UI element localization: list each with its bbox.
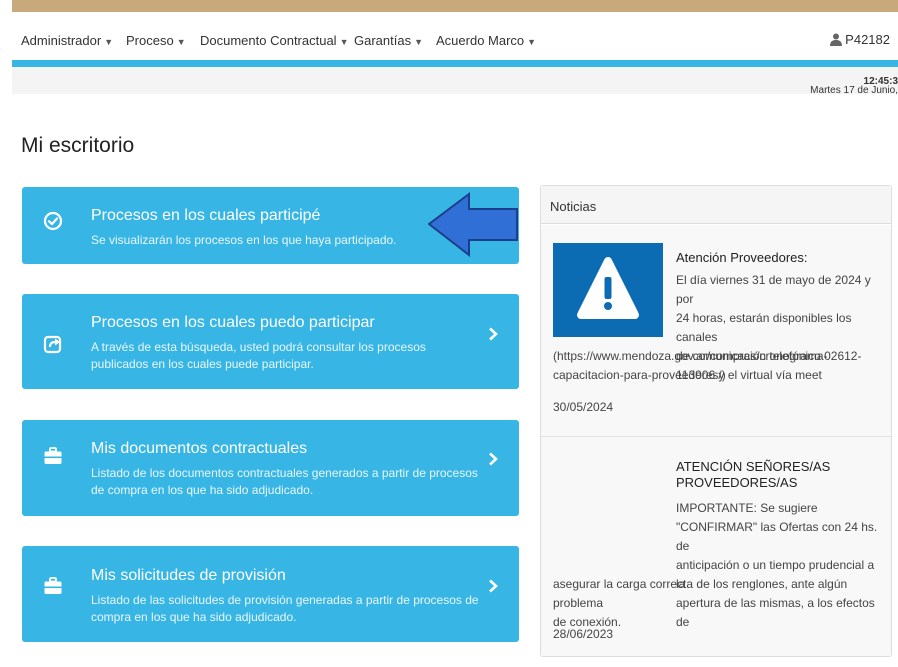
page-title: Mi escritorio [21, 134, 135, 157]
caret-down-icon: ▼ [176, 37, 186, 47]
card-description: Listado de los documentos contractuales … [91, 466, 478, 497]
warning-image [553, 243, 663, 337]
navbar-accent-line [12, 60, 898, 67]
user-id: P42182 [845, 32, 890, 47]
caret-down-icon: ▼ [104, 37, 114, 47]
share-square-icon [43, 335, 62, 354]
briefcase-icon [44, 447, 62, 464]
news-item[interactable]: Atención Proveedores: El día viernes 31 … [541, 225, 891, 435]
nav-menu-administrador[interactable]: Administrador ▼ [21, 33, 113, 48]
card-title: Mis solicitudes de provisión [91, 567, 286, 584]
card-title: Procesos en los cuales puedo participar [91, 314, 375, 331]
news-item[interactable]: ATENCIÓN SEÑORES/AS PROVEEDORES/AS IMPOR… [541, 437, 891, 667]
news-list: Atención Proveedores: El día viernes 31 … [541, 225, 891, 656]
card-description: A través de esta búsqueda, usted podrá c… [91, 340, 426, 371]
top-accent-border [12, 0, 898, 12]
card-title: Procesos en los cuales participé [91, 207, 321, 224]
caret-down-icon: ▼ [339, 37, 349, 47]
card-mis-documentos-contractuales[interactable]: Mis documentos contractuales Listado de … [22, 420, 519, 516]
news-title: Atención Proveedores: [676, 250, 808, 265]
briefcase-icon [44, 577, 62, 594]
chevron-right-icon [489, 327, 498, 341]
chevron-right-icon [489, 579, 498, 593]
current-datetime: Martes 17 de Junio, 12:45:3 [810, 76, 898, 96]
card-description: Se visualizarán los procesos en los que … [91, 233, 397, 247]
nav-menu-acuerdo-marco[interactable]: Acuerdo Marco ▼ [436, 33, 536, 48]
card-description: Listado de las solicitudes de provisión … [91, 593, 479, 624]
pointer-arrow-annotation [428, 192, 518, 257]
nav-menu-documento-contractual[interactable]: Documento Contractual ▼ [200, 33, 349, 48]
caret-down-icon: ▼ [414, 37, 424, 47]
news-date: 28/06/2023 [553, 627, 614, 641]
user-menu[interactable]: P42182 [830, 31, 890, 47]
nav-menu-proceso[interactable]: Proceso ▼ [126, 33, 186, 48]
user-icon [830, 33, 843, 46]
caret-down-icon: ▼ [527, 37, 537, 47]
news-date: 30/05/2024 [553, 400, 614, 414]
chevron-right-icon [489, 452, 498, 466]
check-circle-icon [43, 211, 63, 231]
news-text-continued: (https://www.mendoza.gov.ar/compras/cron… [553, 349, 828, 382]
news-header: Noticias [541, 186, 891, 224]
news-text-continued: asegurar la carga correcta de los renglo… [553, 577, 848, 629]
news-title: ATENCIÓN SEÑORES/AS PROVEEDORES/AS [676, 459, 831, 490]
card-title: Mis documentos contractuales [91, 440, 308, 457]
warning-triangle-icon [577, 257, 639, 319]
top-navbar: Administrador ▼ Proceso ▼ Documento Contra… [12, 12, 898, 60]
card-procesos-puedo-participar[interactable]: Procesos en los cuales puedo participar … [22, 294, 519, 389]
card-mis-solicitudes-provision[interactable]: Mis solicitudes de provisión Listado de … [22, 546, 519, 642]
news-panel: Noticias Atención Proveedores: El día vi… [540, 185, 892, 657]
date-bar: Martes 17 de Junio, 12:45:3 [12, 67, 898, 96]
nav-menu-garantias[interactable]: Garantías ▼ [354, 33, 423, 48]
